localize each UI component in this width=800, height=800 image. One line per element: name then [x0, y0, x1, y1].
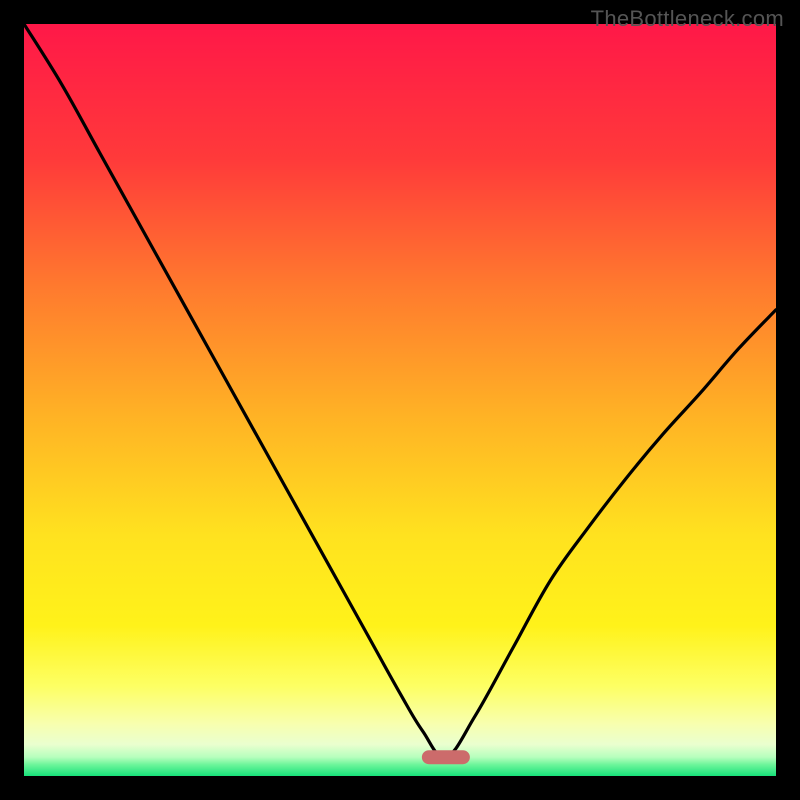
plot-area [24, 24, 776, 776]
watermark-text: TheBottleneck.com [591, 6, 784, 32]
gradient-background [24, 24, 776, 776]
bottleneck-chart [24, 24, 776, 776]
chart-frame: TheBottleneck.com [0, 0, 800, 800]
optimal-marker [422, 750, 470, 764]
